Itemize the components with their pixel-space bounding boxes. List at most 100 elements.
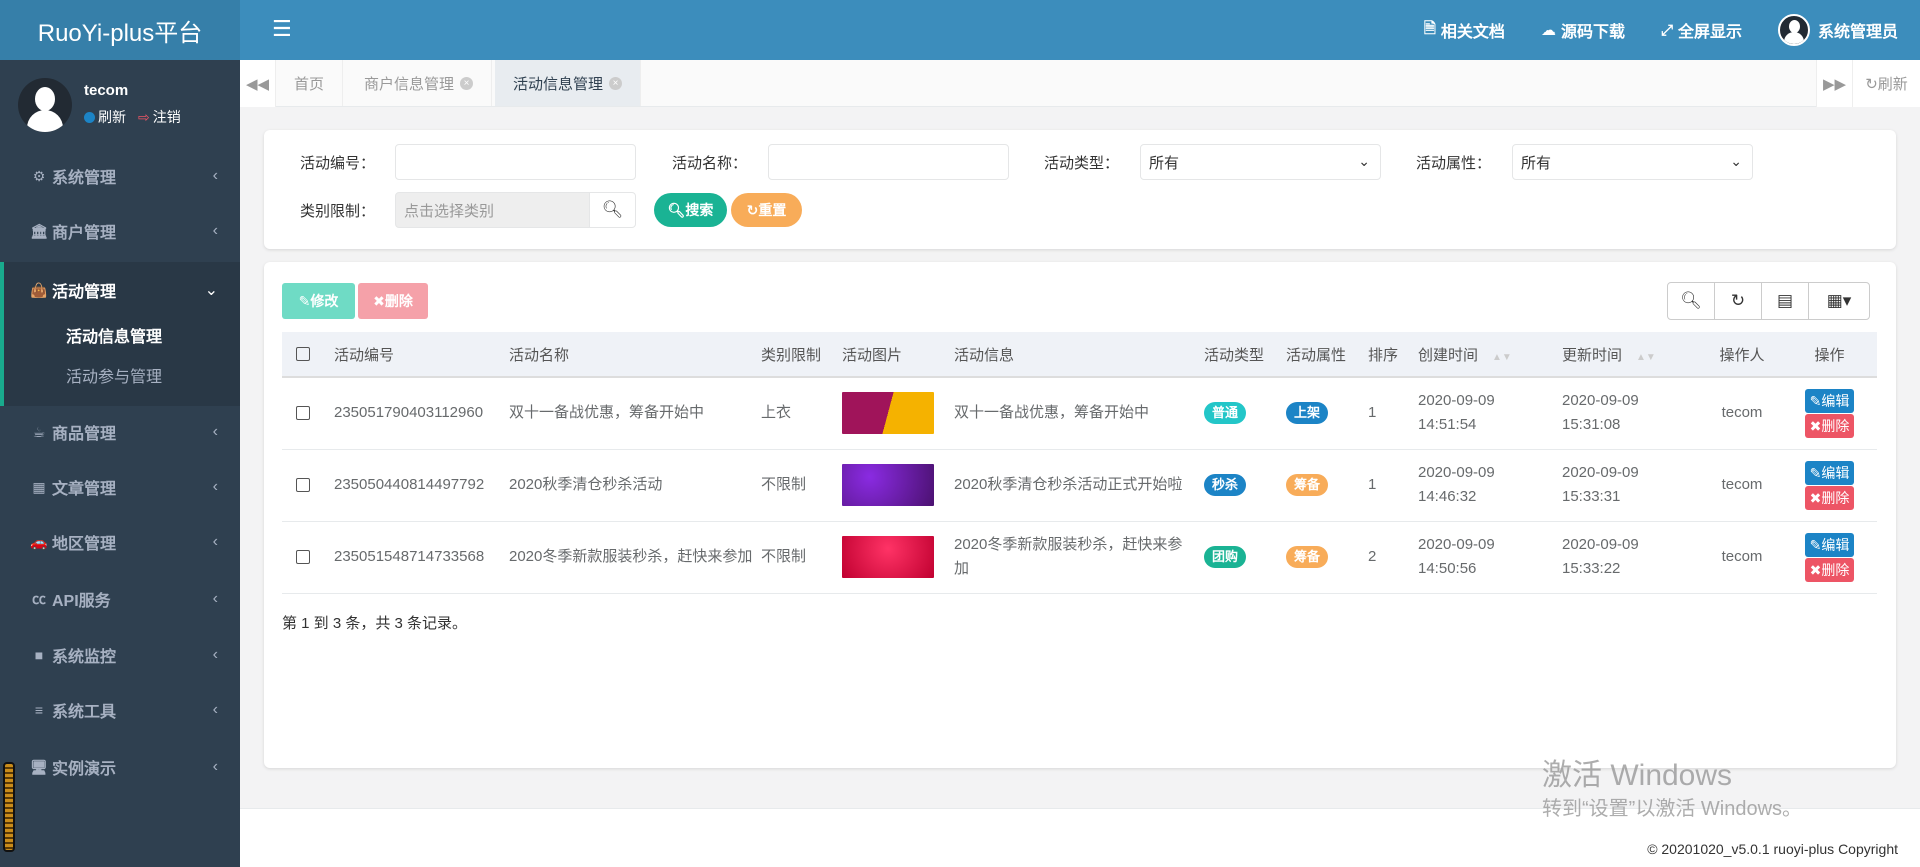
sidebar-item-label: 商品管理 — [52, 426, 117, 443]
sidebar-item-activity[interactable]: 👜 活动管理 ⌄ — [0, 262, 240, 318]
delete-label: 删除 — [1821, 417, 1850, 434]
category-input[interactable]: 点击选择类别 — [395, 192, 590, 228]
row-edit-button[interactable]: ✎编辑 — [1804, 460, 1855, 485]
activity-id-input[interactable] — [395, 144, 636, 180]
sidebar-item-api[interactable]: ㏄ API服务 ‹ — [0, 574, 240, 624]
tab-label: 商户信息管理 — [364, 75, 455, 93]
chevron-left-icon: ‹ — [212, 423, 218, 440]
cell-sort: 2 — [1364, 521, 1414, 594]
col-header-sortable[interactable]: 创建时间 ▲▼ — [1414, 332, 1558, 378]
chevron-left-icon: ‹ — [212, 701, 218, 718]
row-checkbox[interactable] — [296, 478, 310, 492]
download-link[interactable]: ☁ 源码下载 — [1541, 18, 1625, 42]
activity-attr-select[interactable]: 所有 ⌄ — [1512, 144, 1753, 180]
refresh-icon: ↻ — [1865, 75, 1878, 93]
sort-icon: ▲▼ — [1492, 351, 1512, 363]
close-icon: ✖ — [373, 292, 385, 309]
reset-button[interactable]: ↻ 重置 — [731, 193, 802, 227]
user-menu[interactable]: 系统管理员 — [1777, 14, 1898, 46]
activity-id-label: 活动编号： — [300, 155, 376, 172]
menu-toggle-icon[interactable]: ☰ — [272, 16, 292, 42]
docs-link[interactable]: 🗎 相关文档 — [1424, 18, 1505, 43]
refresh-table-button[interactable]: ↻ — [1715, 283, 1762, 319]
tab-activity-info[interactable]: 活动信息管理 × — [495, 60, 642, 106]
tabs-refresh-button[interactable]: ↻ 刷新 — [1852, 60, 1920, 107]
sidebar-item-goods[interactable]: ☕ 商品管理 ‹ — [0, 407, 240, 457]
sidebar-scrollbar[interactable] — [3, 762, 15, 852]
row-edit-button[interactable]: ✎编辑 — [1804, 532, 1855, 557]
tabs-scroll-left-icon[interactable]: ◀◀ — [240, 60, 276, 107]
sidebar-item-system[interactable]: ⚙ 系统管理 ‹ — [0, 151, 240, 201]
table-row[interactable]: 235051548714733568 2020冬季新款服装秒杀，赶快来参加 不限… — [282, 521, 1877, 594]
bank-icon: 🏛 — [30, 222, 48, 239]
shopping-bag-icon: 👜 — [30, 281, 48, 298]
row-delete-button[interactable]: ✖删除 — [1804, 557, 1855, 582]
sidebar-item-region[interactable]: 🚗 地区管理 ‹ — [0, 517, 240, 567]
created-time: 14:50:56 — [1418, 560, 1477, 577]
created-date: 2020-09-09 — [1418, 464, 1495, 481]
car-icon: 🚗 — [30, 533, 48, 550]
cell-updated: 2020-09-09 15:31:08 — [1558, 377, 1702, 450]
activity-type-select[interactable]: 所有 ⌄ — [1140, 144, 1381, 180]
updated-date: 2020-09-09 — [1562, 464, 1639, 481]
sidebar-sub-activity-info[interactable]: 活动信息管理 — [66, 323, 162, 347]
search-button[interactable]: 🔍︎ 搜索 — [654, 193, 727, 227]
table-row[interactable]: 235051790403112960 双十一备战优惠，筹备开始中 上衣 双十一备… — [282, 377, 1877, 450]
avatar[interactable] — [18, 78, 72, 132]
row-checkbox[interactable] — [296, 550, 310, 564]
cell-info: 双十一备战优惠，筹备开始中 — [950, 377, 1200, 450]
type-badge: 普通 — [1204, 402, 1247, 425]
chevron-left-icon: ‹ — [212, 590, 218, 607]
edit-button[interactable]: ✎ 修改 — [282, 283, 355, 319]
search-panel: 活动编号： 活动名称： 活动类型： 所有 ⌄ 活动属性： 所有 ⌄ 类别限制： 点击… — [264, 130, 1896, 249]
tabs-scroll-right-icon[interactable]: ▶▶ — [1816, 60, 1852, 107]
activity-name-input[interactable] — [768, 144, 1009, 180]
updated-time: 15:33:31 — [1562, 488, 1621, 505]
refresh-link[interactable]: 刷新 — [84, 107, 126, 127]
cell-info: 2020冬季新款服装秒杀，赶快来参加 — [950, 521, 1200, 594]
close-icon[interactable]: × — [609, 76, 623, 90]
logout-link[interactable]: ⇨ 注销 — [138, 107, 181, 127]
windows-watermark-sub: 转到“设置”以激活 Windows。 — [1542, 798, 1803, 820]
cell-name: 双十一备战优惠，筹备开始中 — [505, 377, 757, 450]
activity-image[interactable] — [842, 392, 934, 435]
search-button-label: 搜索 — [685, 202, 714, 218]
created-date: 2020-09-09 — [1418, 392, 1495, 410]
col-header-sortable[interactable]: 更新时间 ▲▼ — [1558, 332, 1702, 378]
table-row[interactable]: 235050440814497792 2020秋季清仓秒杀活动 不限制 2020… — [282, 449, 1877, 522]
search-icon: 🔍︎ — [667, 201, 686, 218]
activity-image[interactable] — [842, 464, 934, 506]
sidebar-sub-activity-join[interactable]: 活动参与管理 — [66, 363, 162, 387]
sidebar-item-tools[interactable]: ≡ 系统工具 ‹ — [0, 685, 240, 735]
tab-merchant-info[interactable]: 商户信息管理 × — [346, 60, 493, 106]
fullscreen-link[interactable]: ⤢ 全屏显示 — [1661, 18, 1742, 42]
sidebar-item-monitor[interactable]: ■ 系统监控 ‹ — [0, 630, 240, 680]
row-edit-button[interactable]: ✎编辑 — [1804, 388, 1855, 413]
row-delete-button[interactable]: ✖删除 — [1804, 413, 1855, 438]
sidebar-item-label: API服务 — [52, 593, 111, 610]
col-header: 排序 — [1364, 332, 1414, 378]
sidebar-item-demo[interactable]: 🖥 实例演示 ‹ — [0, 742, 240, 792]
list-icon: ▤ — [1776, 291, 1794, 310]
activity-image[interactable] — [842, 536, 934, 578]
search-toggle-button[interactable]: 🔍︎ — [1668, 283, 1715, 319]
app-logo[interactable]: RuoYi-plus平台 — [0, 0, 240, 60]
table-tools: 🔍︎ ↻ ▤ ▦▾ — [1667, 282, 1870, 320]
sidebar-item-merchant[interactable]: 🏛 商户管理 ‹ — [0, 206, 240, 256]
delete-button[interactable]: ✖ 删除 — [358, 283, 428, 319]
select-all-checkbox[interactable] — [296, 347, 310, 361]
toggle-view-button[interactable]: ▤ — [1762, 283, 1809, 319]
row-delete-button[interactable]: ✖删除 — [1804, 485, 1855, 510]
row-checkbox[interactable] — [296, 406, 310, 421]
col-header-label: 创建时间 — [1418, 346, 1479, 364]
tab-home[interactable]: 首页 — [276, 60, 344, 106]
columns-button[interactable]: ▦▾ — [1809, 283, 1869, 319]
chevron-left-icon: ‹ — [212, 646, 218, 663]
close-icon: ✖ — [1809, 561, 1822, 578]
sort-icon: ▲▼ — [1636, 351, 1656, 363]
activity-type-label: 活动类型： — [1044, 155, 1120, 172]
edit-icon: ✎ — [298, 292, 311, 309]
close-icon[interactable]: × — [460, 76, 474, 90]
category-search-button[interactable]: 🔍︎ — [589, 192, 636, 228]
sidebar-item-article[interactable]: ▦ 文章管理 ‹ — [0, 462, 240, 512]
